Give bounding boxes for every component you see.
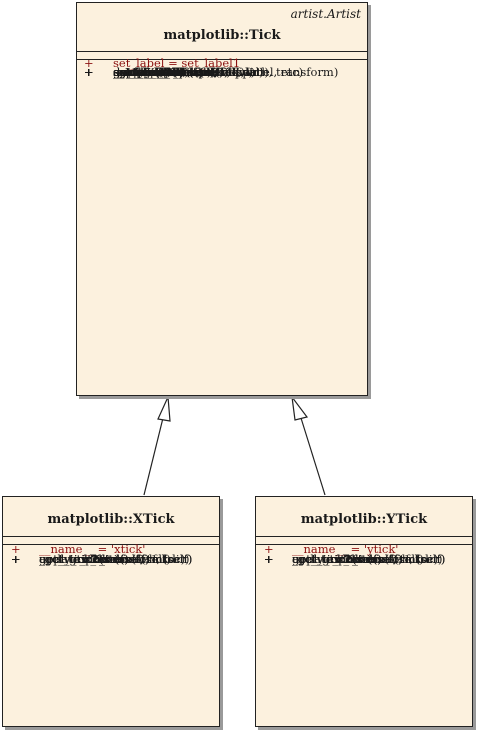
class-ytick[interactable]: matplotlib::YTick + __name__ = 'ytick' +…	[255, 496, 473, 727]
visibility-marker: +	[264, 552, 274, 566]
tick-stereotype: artist.Artist	[290, 7, 361, 21]
class-tick[interactable]: artist.Artist matplotlib::Tick + set_lab…	[76, 2, 368, 396]
xtick-inheritance-arrowhead	[157, 394, 171, 422]
ytick-inheritance-line	[300, 417, 326, 496]
ytick-inheritance-arrowhead	[291, 394, 309, 421]
xtick-attributes-compartment: + __name__ = 'xtick'	[3, 536, 219, 556]
operation-text: update_position(self, loc)	[39, 552, 186, 566]
operation-text: set_pad(self, val)	[113, 65, 212, 79]
ytick-class-name: matplotlib::YTick	[300, 512, 428, 527]
visibility-marker: +	[11, 552, 21, 566]
operation-text: update_position(self, loc)	[292, 552, 439, 566]
tick-attributes-compartment: + set_label = set_label1	[77, 51, 367, 70]
class-xtick[interactable]: matplotlib::XTick + __name__ = 'xtick' +…	[2, 496, 220, 727]
ytick-attributes-compartment: + __name__ = 'ytick'	[256, 536, 472, 556]
xtick-inheritance-line	[143, 417, 164, 496]
visibility-marker: +	[84, 65, 94, 79]
xtick-class-name: matplotlib::XTick	[47, 512, 175, 527]
